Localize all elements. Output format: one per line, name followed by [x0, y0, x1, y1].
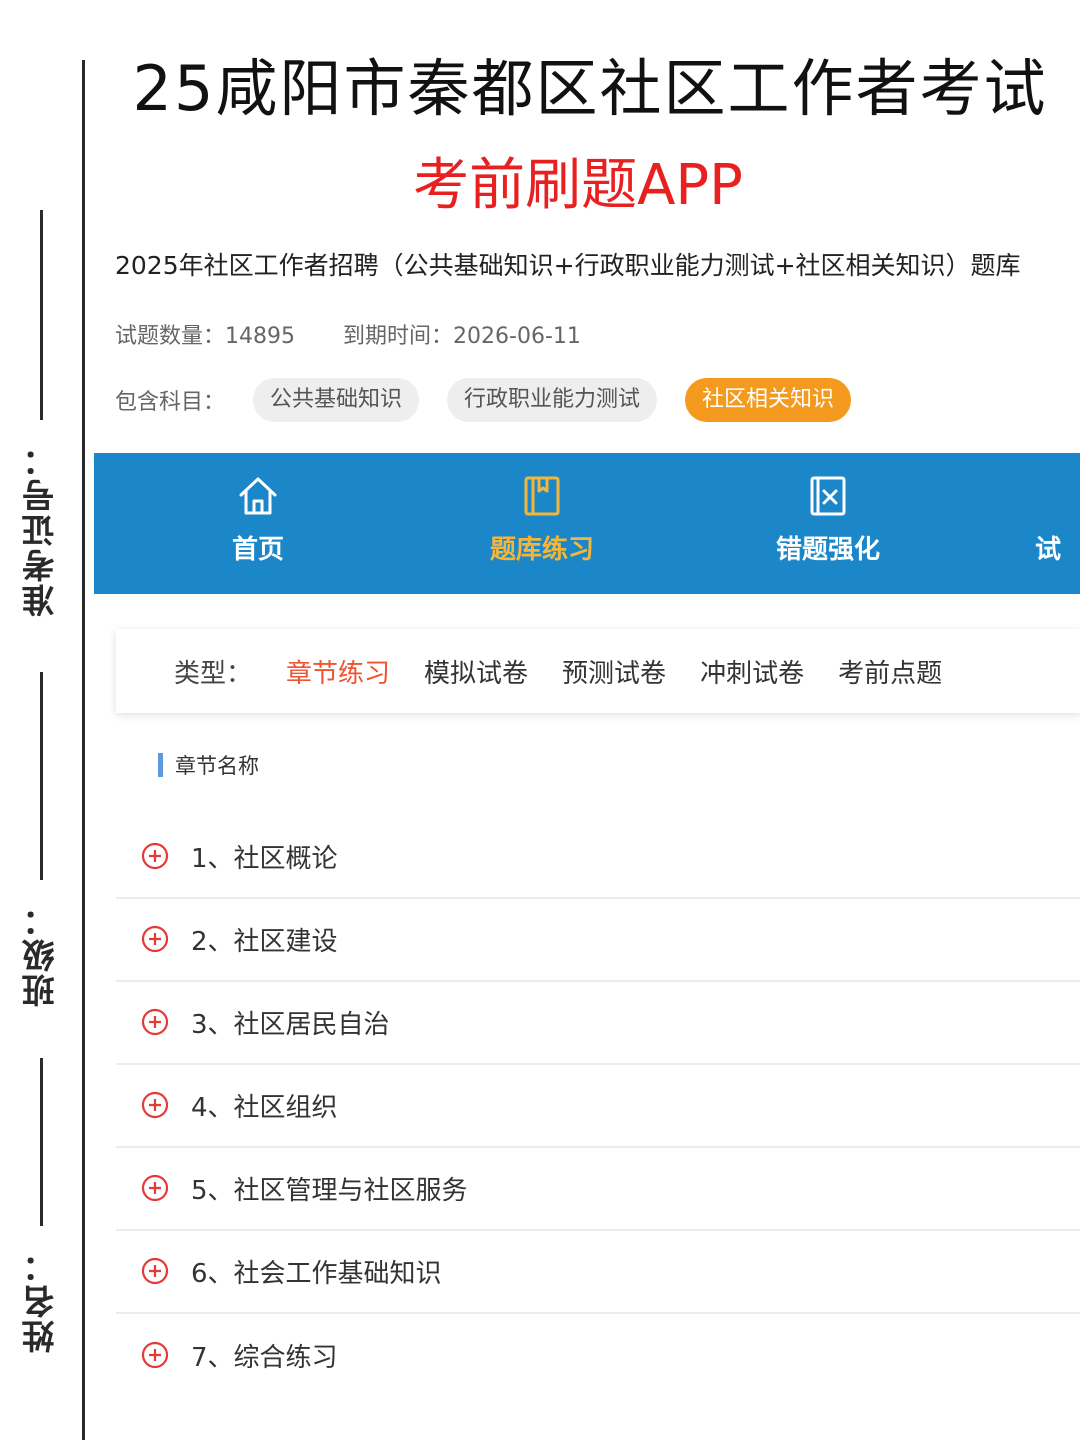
question-count-label: 试题数量： [115, 324, 226, 349]
tab-prediction-paper[interactable]: 预测试卷 [562, 653, 666, 690]
chapter-item[interactable]: 7、综合练习 [116, 1314, 1080, 1396]
question-bank-title: 2025年社区工作者招聘（公共基础知识+行政职业能力测试+社区相关知识）题库 [115, 251, 1021, 280]
main-nav-bar: 首页 题库练习 错题强化 试 [94, 453, 1080, 594]
chapter-title: 3、社区居民自治 [191, 1009, 390, 1040]
nav-wrong-questions-label: 错题强化 [775, 535, 880, 565]
nav-exam-label: 试 [1034, 535, 1061, 565]
nav-wrong-questions[interactable]: 错题强化 [738, 473, 918, 566]
chapter-list-header: 章节名称 [158, 750, 259, 780]
nav-exam-partial[interactable]: 试 [988, 473, 1080, 566]
class-field: 班级： [16, 672, 66, 1007]
chapter-title: 2、社区建设 [191, 926, 338, 957]
plus-circle-icon[interactable] [141, 842, 169, 870]
binding-margin-line [82, 60, 85, 1440]
plus-circle-icon[interactable] [141, 1257, 169, 1285]
error-book-icon [810, 476, 846, 516]
exam-id-field: 准考证号： [16, 210, 66, 617]
name-label: 姓名： [21, 1248, 60, 1353]
question-count-value: 14895 [225, 324, 296, 349]
tab-sprint-paper[interactable]: 冲刺试卷 [700, 653, 804, 690]
exam-id-label: 准考证号： [21, 442, 60, 617]
nav-question-bank[interactable]: 题库练习 [452, 473, 632, 566]
plus-circle-icon[interactable] [141, 1174, 169, 1202]
chapter-title: 7、综合练习 [191, 1342, 338, 1373]
plus-circle-icon[interactable] [141, 1091, 169, 1119]
class-blank-line [39, 672, 43, 880]
subjects-label: 包含科目： [115, 390, 226, 415]
chapter-item[interactable]: 2、社区建设 [116, 898, 1080, 982]
plus-circle-icon[interactable] [141, 1008, 169, 1036]
nav-question-bank-label: 题库练习 [489, 535, 594, 565]
plus-circle-icon[interactable] [141, 925, 169, 953]
nav-home-label: 首页 [231, 535, 284, 565]
chapter-item[interactable]: 5、社区管理与社区服务 [116, 1147, 1080, 1231]
name-field: 姓名： [16, 1058, 66, 1353]
type-label: 类型： [174, 658, 253, 689]
nav-home[interactable]: 首页 [168, 473, 348, 566]
chapter-item[interactable]: 4、社区组织 [116, 1064, 1080, 1148]
home-icon [239, 477, 277, 515]
exam-id-blank-line [39, 210, 43, 420]
chapter-title: 4、社区组织 [191, 1092, 338, 1123]
expire-date-label: 到期时间： [343, 324, 454, 349]
subject-chip-public-knowledge[interactable]: 公共基础知识 [253, 378, 420, 422]
chapter-title: 6、社会工作基础知识 [191, 1258, 442, 1289]
subject-chip-community-knowledge[interactable]: 社区相关知识 [685, 378, 852, 422]
expire-date-value: 2026-06-11 [453, 324, 581, 349]
page-title: 25咸阳市秦都区社区工作者考试 [132, 52, 1048, 125]
class-label: 班级： [21, 902, 60, 1007]
type-filter-bar: 类型： 章节练习 模拟试卷 预测试卷 冲刺试卷 考前点题 [116, 629, 1080, 713]
chapter-item[interactable]: 3、社区居民自治 [116, 981, 1080, 1065]
page-subtitle: 考前刷题APP [413, 153, 743, 218]
chapter-item[interactable]: 1、社区概论 [116, 815, 1080, 899]
tab-key-points[interactable]: 考前点题 [838, 653, 942, 690]
tab-chapter-practice[interactable]: 章节练习 [286, 653, 390, 690]
bank-meta: 试题数量：14895 到期时间：2026-06-11 [115, 318, 581, 350]
subject-chip-aptitude-test[interactable]: 行政职业能力测试 [447, 378, 658, 422]
section-accent-bar [158, 753, 163, 777]
subjects-row: 包含科目： 公共基础知识 行政职业能力测试 社区相关知识 [115, 378, 852, 422]
chapter-title: 1、社区概论 [191, 843, 338, 874]
chapter-item[interactable]: 6、社会工作基础知识 [116, 1230, 1080, 1314]
chapter-list-heading: 章节名称 [175, 754, 259, 778]
chapter-title: 5、社区管理与社区服务 [191, 1175, 468, 1206]
name-blank-line [39, 1058, 43, 1226]
plus-circle-icon[interactable] [141, 1341, 169, 1369]
book-icon [524, 476, 560, 516]
tab-mock-paper[interactable]: 模拟试卷 [424, 653, 528, 690]
